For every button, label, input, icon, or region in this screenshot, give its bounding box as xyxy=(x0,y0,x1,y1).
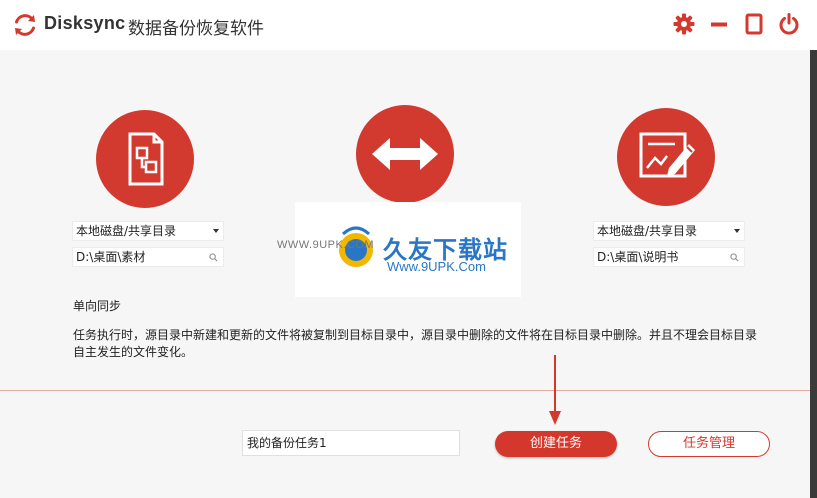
sync-logo-icon xyxy=(15,14,35,36)
source-folder-button[interactable] xyxy=(96,110,194,208)
window-edge xyxy=(810,50,817,498)
divider xyxy=(0,390,810,391)
gear-icon[interactable] xyxy=(672,12,696,36)
power-icon[interactable] xyxy=(777,12,801,36)
title-bar: Disksync 数据备份恢复软件 xyxy=(0,0,817,50)
source-type-value: 本地磁盘/共享目录 xyxy=(76,224,177,238)
task-name-input[interactable]: 我的备份任务1 xyxy=(242,430,460,456)
sync-direction-button[interactable] xyxy=(356,105,454,203)
watermark-url-left: WWW.9UPK.COM xyxy=(277,239,375,251)
target-type-value: 本地磁盘/共享目录 xyxy=(597,224,698,238)
search-icon[interactable] xyxy=(209,253,218,262)
source-file-icon xyxy=(128,132,164,186)
sync-mode-label: 单向同步 xyxy=(73,299,122,313)
annotation-arrow-icon xyxy=(549,355,561,425)
target-folder-button[interactable] xyxy=(617,108,715,206)
minimize-icon[interactable] xyxy=(707,12,731,36)
target-edit-icon xyxy=(639,132,695,178)
task-manager-button[interactable]: 任务管理 xyxy=(648,431,770,457)
app-title: 数据备份恢复软件 xyxy=(128,19,264,39)
sync-mode-description: 任务执行时，源目录中新建和更新的文件将被复制到目标目录中，源目录中删除的文件将在… xyxy=(73,328,758,359)
target-path-input[interactable]: D:\桌面\说明书 xyxy=(593,247,745,267)
chevron-down-icon xyxy=(734,229,740,233)
maximize-icon[interactable] xyxy=(742,12,766,36)
target-path-value: D:\桌面\说明书 xyxy=(597,250,679,264)
brand-name: Disksync xyxy=(44,13,126,33)
create-task-button[interactable]: 创建任务 xyxy=(495,431,617,457)
source-path-input[interactable]: D:\桌面\素材 xyxy=(72,247,224,267)
search-icon[interactable] xyxy=(730,253,739,262)
watermark: WWW.9UPK.COM 久友下载站 Www.9UPK.Com xyxy=(277,202,521,297)
watermark-url: Www.9UPK.Com xyxy=(387,259,486,274)
target-type-select[interactable]: 本地磁盘/共享目录 xyxy=(593,221,745,241)
source-path-value: D:\桌面\素材 xyxy=(76,250,146,264)
source-type-select[interactable]: 本地磁盘/共享目录 xyxy=(72,221,224,241)
chevron-down-icon xyxy=(213,229,219,233)
double-arrow-icon xyxy=(372,138,438,170)
task-name-value: 我的备份任务1 xyxy=(247,436,327,450)
